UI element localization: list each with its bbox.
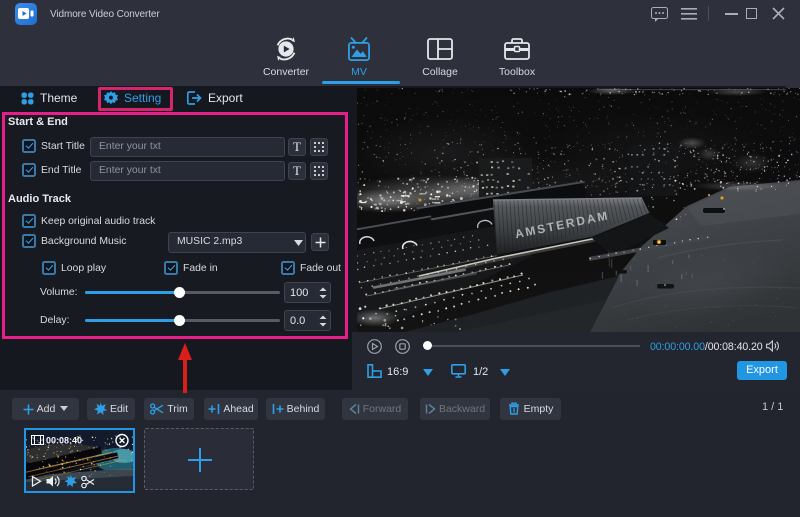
svg-text:00:08:40: 00:08:40 <box>46 436 82 446</box>
